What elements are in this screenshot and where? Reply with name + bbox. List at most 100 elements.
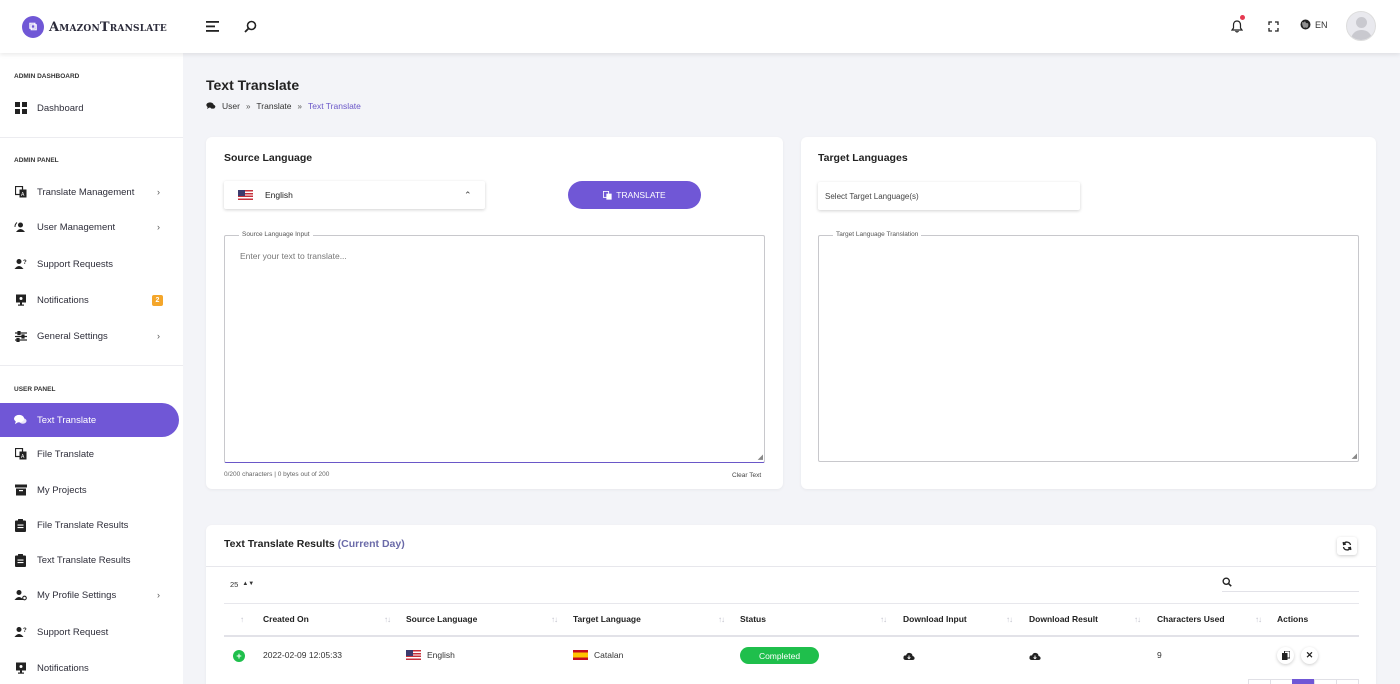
app-logo[interactable]: ⧉ AmazonTranslate: [22, 16, 167, 38]
source-language-select[interactable]: English ⌃: [224, 181, 485, 209]
user-question-icon: ?: [14, 626, 27, 639]
notification-count-badge: 2: [152, 294, 163, 306]
sidebar-item-notifications-admin[interactable]: Notifications 2: [0, 283, 180, 317]
column-header-created-on[interactable]: Created On: [263, 614, 309, 624]
clear-text-link[interactable]: Clear Text: [732, 472, 761, 479]
breadcrumb-separator-icon: »: [245, 101, 251, 111]
close-icon: ✕: [1305, 650, 1314, 660]
sidebar-item-label: Notifications: [37, 294, 89, 306]
sort-arrows-icon[interactable]: ↑: [240, 615, 244, 624]
sidebar-item-user-management[interactable]: User Management ›: [0, 210, 180, 244]
user-gear-icon: [14, 589, 27, 602]
pager-button-active[interactable]: [1292, 679, 1315, 684]
search-icon[interactable]: [242, 18, 258, 34]
sidebar-item-file-translate[interactable]: A File Translate: [0, 437, 180, 471]
sort-arrows-icon[interactable]: ↑↓: [384, 615, 391, 624]
sidebar-item-label: Dashboard: [37, 102, 84, 114]
user-question-icon: ?: [14, 258, 27, 271]
language-switcher[interactable]: EN: [1300, 19, 1328, 30]
column-header-characters-used[interactable]: Characters Used: [1157, 614, 1225, 624]
page-size-select[interactable]: 25 ▲▼: [224, 577, 257, 591]
page-size-value: 25: [230, 579, 239, 589]
sidebar-item-label: File Translate: [37, 448, 95, 460]
table-search-input[interactable]: [1222, 575, 1359, 592]
sidebar-item-support-request[interactable]: ? Support Request: [0, 615, 180, 649]
pager-button[interactable]: [1248, 679, 1271, 684]
sidebar-item-file-translate-results[interactable]: File Translate Results: [0, 508, 180, 542]
pager-button[interactable]: [1336, 679, 1359, 684]
user-avatar[interactable]: [1346, 11, 1376, 41]
breadcrumb-item[interactable]: Translate: [256, 101, 291, 111]
sidebar-item-text-translate-results[interactable]: Text Translate Results: [0, 543, 180, 577]
sidebar-item-text-translate[interactable]: Text Translate: [0, 403, 179, 437]
source-language-value: English: [427, 650, 455, 660]
pager-button[interactable]: [1314, 679, 1337, 684]
notification-dot: [1240, 15, 1245, 20]
created-on-value: 2022-02-09 12:05:33: [263, 650, 342, 660]
target-translation-output[interactable]: Target Language Translation ◢: [818, 231, 1359, 462]
column-header-source-language[interactable]: Source Language: [406, 614, 477, 624]
column-header-status[interactable]: Status: [740, 614, 766, 624]
sidebar-item-support-requests[interactable]: ? Support Requests: [0, 247, 180, 281]
clipboard-list-icon: [14, 518, 27, 532]
translate-button[interactable]: TRANSLATE: [568, 181, 701, 209]
resize-handle-icon[interactable]: ◢: [1352, 452, 1357, 460]
translate-icon: [603, 190, 612, 200]
source-language-title: Source Language: [224, 152, 313, 164]
sidebar-item-notifications-user[interactable]: Notifications: [0, 651, 180, 684]
archive-box-icon: [14, 484, 27, 497]
column-header-download-input[interactable]: Download Input: [903, 614, 967, 624]
clipboard-list-icon: [14, 553, 27, 567]
breadcrumb-item[interactable]: User: [222, 101, 240, 111]
sort-arrows-icon[interactable]: ↑↓: [1134, 615, 1141, 624]
refresh-button[interactable]: [1337, 537, 1357, 555]
chevron-up-icon: ⌃: [464, 189, 472, 200]
characters-used-value: 9: [1157, 650, 1162, 660]
download-input-button[interactable]: [903, 650, 915, 662]
language-code: EN: [1315, 19, 1328, 30]
target-language-placeholder: Select Target Language(s): [825, 191, 919, 201]
sidebar-item-my-profile-settings[interactable]: My Profile Settings ›: [0, 578, 180, 612]
cell-created-on: 2022-02-09 12:05:33: [263, 650, 342, 660]
column-header-target-language[interactable]: Target Language: [573, 614, 641, 624]
results-title-suffix: (Current Day): [337, 538, 405, 550]
sort-arrows-icon[interactable]: ↑↓: [1006, 615, 1013, 624]
sidebar-item-dashboard[interactable]: Dashboard: [0, 91, 180, 125]
dashboard-grid-icon: [14, 102, 27, 115]
cell-characters-used: 9: [1157, 650, 1162, 660]
spain-flag-icon: [573, 650, 588, 660]
copy-icon: [1281, 651, 1290, 660]
pager-button[interactable]: [1270, 679, 1293, 684]
target-languages-title: Target Languages: [818, 152, 908, 164]
us-flag-icon: [406, 650, 421, 660]
sliders-icon: [14, 330, 27, 343]
chevron-right-icon: ›: [157, 331, 160, 341]
translate-icon: A: [14, 448, 27, 461]
copy-button[interactable]: [1277, 647, 1294, 664]
sidebar-item-my-projects[interactable]: My Projects: [0, 473, 180, 507]
resize-handle-icon[interactable]: ◢: [758, 453, 763, 461]
sidebar-item-general-settings[interactable]: General Settings ›: [0, 319, 180, 353]
us-flag-icon: [238, 190, 253, 200]
logo-icon: ⧉: [22, 16, 44, 38]
fullscreen-icon[interactable]: [1265, 18, 1281, 34]
target-language-select[interactable]: Select Target Language(s): [818, 182, 1080, 210]
status-badge: Completed: [740, 647, 819, 664]
source-text-input[interactable]: Source Language Input Enter your text to…: [224, 231, 765, 463]
page-title: Text Translate: [206, 77, 300, 93]
hamburger-icon[interactable]: [204, 18, 220, 34]
results-title-text: Text Translate Results: [224, 538, 335, 550]
sidebar-item-translate-management[interactable]: A Translate Management ›: [0, 175, 180, 209]
sidebar-item-label: Notifications: [37, 662, 89, 674]
sidebar-item-label: File Translate Results: [37, 519, 129, 531]
source-language-value: English: [265, 190, 293, 200]
sort-arrows-icon[interactable]: ↑↓: [718, 615, 725, 624]
sort-arrows-icon[interactable]: ↑↓: [551, 615, 558, 624]
expand-row-icon[interactable]: +: [233, 650, 245, 662]
sort-arrows-icon[interactable]: ↑↓: [880, 615, 887, 624]
download-result-button[interactable]: [1029, 650, 1041, 662]
column-header-download-result[interactable]: Download Result: [1029, 614, 1098, 624]
delete-button[interactable]: ✕: [1301, 647, 1318, 664]
sort-arrows-icon[interactable]: ↑↓: [1255, 615, 1262, 624]
bell-icon[interactable]: [1229, 18, 1245, 34]
